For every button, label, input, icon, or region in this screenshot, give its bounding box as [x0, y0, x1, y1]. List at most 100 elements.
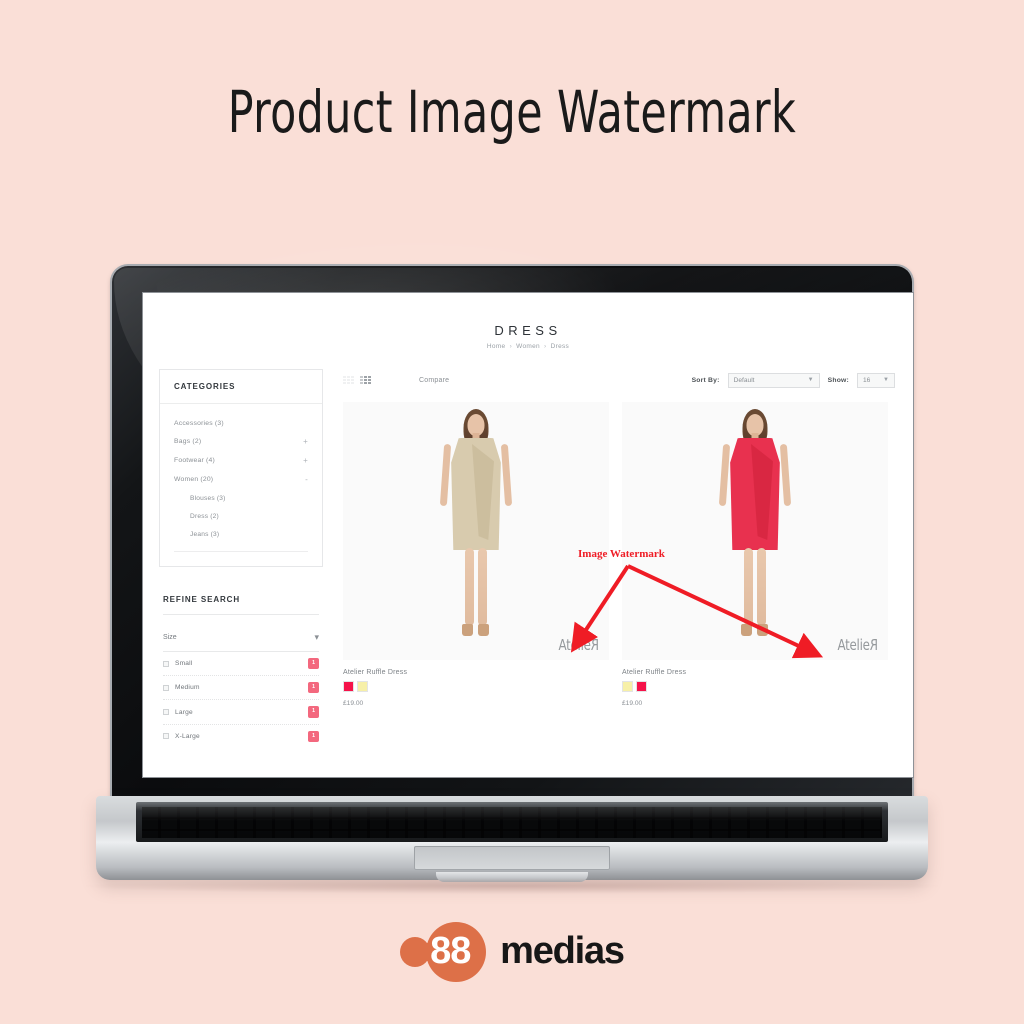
sidebar-item-footwear[interactable]: Footwear (4) +	[174, 451, 308, 470]
model-leg-right	[757, 548, 766, 626]
product-price: £19.00	[622, 700, 643, 707]
sidebar-item-dress[interactable]: Dress (2)	[174, 507, 308, 525]
laptop-keyboard	[136, 802, 888, 842]
category-expand-icon[interactable]: +	[303, 456, 308, 465]
size-filter-header[interactable]: Size ▾	[163, 633, 319, 652]
image-watermark: AtelieR	[837, 636, 878, 654]
laptop-mockup: DRESS Home › Women › Dress CATEGORIES Ac…	[86, 209, 938, 906]
category-expand-icon[interactable]: +	[303, 437, 308, 446]
model-arm-right	[500, 443, 513, 507]
category-label: Footwear (4)	[174, 457, 215, 464]
sort-by-select[interactable]: Default ▼	[727, 372, 820, 388]
model-shoe-left	[462, 624, 473, 636]
size-option-medium[interactable]: Medium 1	[163, 676, 319, 701]
brand-logo: 88 medias	[0, 916, 1024, 986]
sidebar-item-accessories[interactable]: Accessories (3)	[174, 414, 308, 432]
category-label: Jeans (3)	[190, 530, 220, 538]
status-badge: 1	[308, 706, 319, 718]
status-badge: 1	[308, 658, 319, 670]
show-label: Show:	[827, 376, 849, 384]
breadcrumb-separator: ›	[544, 343, 547, 350]
show-value: 16	[863, 376, 871, 384]
logo-mark-icon: 88	[400, 921, 508, 982]
laptop-base	[96, 796, 928, 882]
model-shoe-left	[741, 624, 752, 636]
watermark-mirrored-r: R	[591, 636, 599, 654]
model-arm-left	[718, 443, 731, 507]
product-card[interactable]: AtelieR Atelier Ruffle Dress £19.00	[622, 402, 888, 707]
checkbox[interactable]	[163, 709, 169, 715]
checkbox[interactable]	[163, 733, 169, 740]
size-option-label: Small	[175, 660, 193, 668]
model-leg-left	[465, 548, 474, 626]
model-arm-left	[439, 443, 452, 507]
product-name[interactable]: Atelier Ruffle Dress	[343, 669, 609, 676]
compare-link[interactable]: Compare	[419, 377, 449, 384]
product-image[interactable]: AtelieR	[343, 402, 609, 660]
color-swatch[interactable]	[636, 681, 647, 692]
product-name[interactable]: Atelier Ruffle Dress	[622, 669, 888, 676]
grid-view-icon[interactable]	[343, 375, 354, 385]
chevron-down-icon: ▼	[883, 377, 889, 383]
sidebar-item-bags[interactable]: Bags (2) +	[174, 432, 308, 451]
model-figure	[695, 402, 815, 660]
product-image[interactable]: AtelieR	[622, 402, 888, 660]
laptop-lid: DRESS Home › Women › Dress CATEGORIES Ac…	[112, 209, 913, 804]
breadcrumb-item-women[interactable]: Women	[516, 343, 540, 350]
checkbox[interactable]	[163, 660, 169, 667]
sidebar: CATEGORIES Accessories (3) Bags (2) + Fo…	[159, 369, 323, 748]
model-leg-right	[478, 548, 487, 626]
size-option-large[interactable]: Large 1	[163, 700, 319, 725]
categories-panel: CATEGORIES Accessories (3) Bags (2) + Fo…	[159, 369, 323, 567]
sidebar-item-jeans[interactable]: Jeans (3)	[174, 525, 308, 543]
size-option-small[interactable]: Small 1	[163, 652, 319, 677]
sort-by-value: Default	[733, 376, 755, 384]
site-body: CATEGORIES Accessories (3) Bags (2) + Fo…	[143, 369, 913, 777]
model-arm-right	[779, 443, 792, 507]
categories-list: Accessories (3) Bags (2) + Footwear (4) …	[160, 404, 322, 566]
category-collapse-icon[interactable]: -	[305, 475, 308, 484]
product-price: £19.00	[343, 700, 364, 707]
checkbox[interactable]	[163, 684, 169, 691]
image-watermark: AtelieR	[558, 636, 599, 654]
color-swatches	[343, 681, 609, 692]
laptop-screen: DRESS Home › Women › Dress CATEGORIES Ac…	[143, 293, 913, 777]
show-select[interactable]: 16 ▼	[857, 372, 895, 388]
divider	[163, 614, 319, 615]
color-swatch[interactable]	[343, 681, 354, 692]
site-header: DRESS Home › Women › Dress	[143, 293, 913, 350]
store-title: DRESS	[494, 323, 562, 338]
breadcrumb-item-home[interactable]: Home	[487, 343, 506, 350]
page-title: Product Image Watermark	[227, 78, 797, 146]
divider	[174, 551, 308, 552]
product-listing: Compare Sort By: Default ▼ Show: 16 ▼ At…	[343, 369, 895, 707]
refine-search-title: REFINE SEARCH	[163, 595, 241, 604]
size-option-label: Medium	[175, 684, 200, 692]
laptop-shadow	[86, 878, 938, 894]
sort-and-show-controls: Sort By: Default ▼ Show: 16 ▼	[691, 372, 895, 388]
model-shoe-right	[757, 624, 768, 636]
color-swatch[interactable]	[357, 681, 368, 692]
size-filter-label: Size	[163, 634, 177, 641]
listing-toolbar: Compare Sort By: Default ▼ Show: 16 ▼	[343, 369, 895, 391]
list-view-icon[interactable]	[360, 375, 371, 385]
logo-wordmark: medias	[500, 930, 625, 972]
sidebar-item-blouses[interactable]: Blouses (3)	[174, 489, 308, 507]
breadcrumb-separator: ›	[509, 343, 513, 350]
sort-by-label: Sort By:	[691, 376, 720, 384]
keyboard-keys	[142, 807, 882, 838]
size-option-label: X-Large	[175, 732, 200, 740]
color-swatches	[622, 681, 888, 692]
chevron-down-icon: ▼	[807, 377, 814, 383]
website-viewport: DRESS Home › Women › Dress CATEGORIES Ac…	[143, 293, 913, 777]
product-card[interactable]: AtelieR Atelier Ruffle Dress £19.00	[343, 402, 609, 707]
breadcrumb-item-dress: Dress	[550, 343, 570, 350]
status-badge: 1	[308, 730, 319, 742]
sidebar-item-women[interactable]: Women (20) -	[174, 470, 308, 489]
model-leg-left	[744, 548, 753, 626]
size-option-x-large[interactable]: X-Large 1	[163, 725, 319, 748]
color-swatch[interactable]	[622, 681, 633, 692]
chevron-down-icon[interactable]: ▾	[314, 633, 319, 642]
view-switcher	[343, 375, 371, 385]
status-badge: 1	[308, 682, 319, 694]
